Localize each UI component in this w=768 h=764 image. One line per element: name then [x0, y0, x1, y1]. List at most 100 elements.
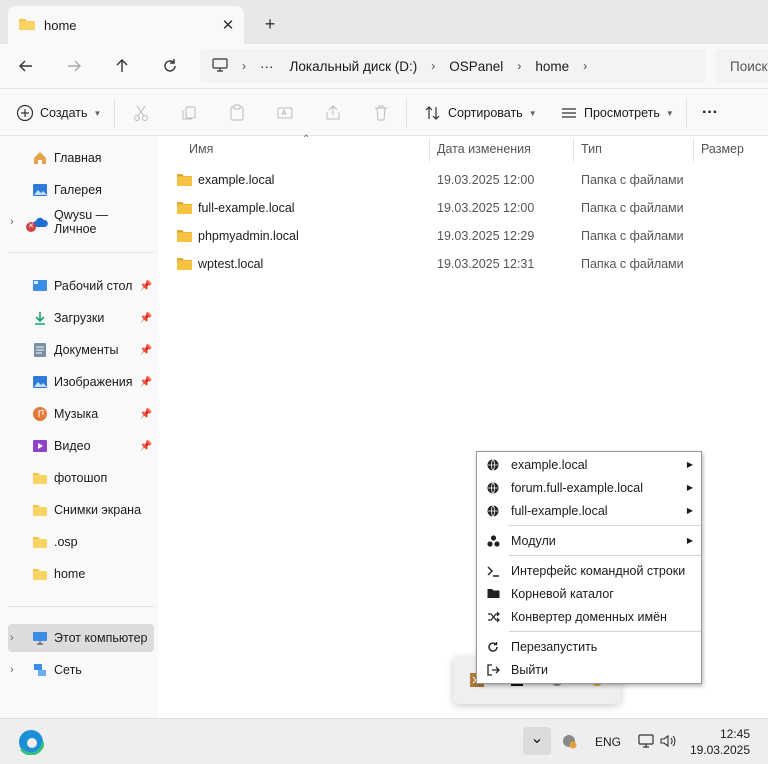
sidebar-item-osp[interactable]: .osp	[8, 528, 154, 556]
sidebar-item-pictures[interactable]: Изображения 📌	[8, 368, 154, 396]
tab-title: home	[44, 17, 77, 33]
sidebar-item-downloads[interactable]: Загрузки 📌	[8, 304, 154, 332]
shuffle-icon	[485, 611, 501, 623]
sidebar-item-photoshop[interactable]: фотошоп	[8, 464, 154, 492]
close-tab-icon[interactable]: ✕	[216, 16, 240, 34]
paste-button[interactable]	[228, 97, 246, 129]
menu-item-forum-full-example-local[interactable]: forum.full-example.local ▶	[477, 476, 701, 499]
refresh-button[interactable]	[156, 52, 184, 80]
menu-item-modules[interactable]: Модули ▶	[477, 529, 701, 552]
menu-item-label: Корневой каталог	[511, 586, 614, 601]
network-status-icon[interactable]	[561, 733, 577, 752]
computer-icon	[212, 57, 228, 75]
chevron-right-icon: ›	[431, 59, 436, 73]
table-row[interactable]: phpmyadmin.local 19.03.2025 12:29 Папка …	[158, 222, 768, 250]
pin-icon[interactable]: 📌	[140, 409, 152, 420]
breadcrumb-more[interactable]: ···	[260, 59, 274, 74]
column-divider[interactable]	[573, 138, 574, 162]
menu-item-exit[interactable]: Выйти	[477, 658, 701, 681]
edge-icon[interactable]	[17, 728, 45, 758]
menu-item-cli[interactable]: Интерфейс командной строки	[477, 559, 701, 582]
menu-item-restart[interactable]: Перезапустить	[477, 635, 701, 658]
sidebar-item-videos[interactable]: Видео 📌	[8, 432, 154, 460]
cut-button[interactable]	[132, 97, 150, 129]
rename-button[interactable]	[276, 97, 294, 129]
sidebar-item-documents[interactable]: Документы 📌	[8, 336, 154, 364]
sidebar-item-home-folder[interactable]: home	[8, 560, 154, 588]
column-divider[interactable]	[693, 138, 694, 162]
input-language[interactable]: ENG	[595, 735, 621, 749]
chevron-right-icon[interactable]: ›	[10, 632, 14, 644]
terminal-icon	[485, 565, 501, 577]
arrow-up-icon	[116, 59, 128, 72]
sidebar-item-home[interactable]: Главная	[8, 144, 154, 172]
menu-item-full-example-local[interactable]: full-example.local ▶	[477, 499, 701, 522]
chevron-right-icon[interactable]: ›	[10, 216, 14, 228]
folder-icon	[176, 256, 193, 274]
forward-button[interactable]	[60, 52, 88, 80]
delete-button[interactable]	[372, 97, 390, 129]
up-button[interactable]	[108, 52, 136, 80]
menu-item-domain-converter[interactable]: Конвертер доменных имён	[477, 605, 701, 628]
tab-home[interactable]: home ✕	[8, 6, 244, 44]
pin-icon[interactable]: 📌	[140, 441, 152, 452]
divider	[686, 99, 687, 127]
title-bar: home ✕ +	[0, 0, 768, 44]
share-icon	[326, 105, 340, 120]
create-button[interactable]: Создать ▼	[16, 97, 101, 129]
chevron-right-icon: ›	[583, 59, 588, 73]
address-bar[interactable]: › ··· Локальный диск (D:) › OSPanel › ho…	[200, 49, 706, 83]
column-header-size[interactable]: Размер	[701, 142, 744, 156]
breadcrumb-ospanel[interactable]: OSPanel	[449, 59, 503, 74]
copy-icon	[182, 106, 196, 120]
sidebar-item-onedrive[interactable]: › ✕ Qwysu — Личное	[8, 208, 154, 236]
sidebar-item-this-pc[interactable]: › Этот компьютер	[8, 624, 154, 652]
pin-icon[interactable]: 📌	[140, 281, 152, 292]
column-header-type[interactable]: Тип	[581, 142, 602, 156]
copy-button[interactable]	[180, 97, 198, 129]
new-tab-button[interactable]: +	[258, 12, 282, 36]
sidebar-item-label: home	[54, 567, 86, 581]
arrow-left-icon	[19, 60, 32, 72]
table-row[interactable]: wptest.local 19.03.2025 12:31 Папка с фа…	[158, 250, 768, 278]
tray-overflow-button[interactable]: ⌄	[523, 727, 551, 755]
rename-icon	[277, 107, 293, 119]
monitor-icon[interactable]	[638, 734, 654, 751]
column-header-date[interactable]: Дата изменения	[437, 142, 531, 156]
back-button[interactable]	[12, 52, 40, 80]
folder-icon	[32, 502, 48, 518]
view-button[interactable]: Просмотреть ▼	[560, 97, 674, 129]
table-row[interactable]: full-example.local 19.03.2025 12:00 Папк…	[158, 194, 768, 222]
sidebar-item-music[interactable]: Музыка 📌	[8, 400, 154, 428]
column-divider[interactable]	[429, 138, 430, 162]
volume-icon[interactable]	[660, 734, 676, 751]
pin-icon[interactable]: 📌	[140, 377, 152, 388]
table-row[interactable]: example.local 19.03.2025 12:00 Папка с ф…	[158, 166, 768, 194]
sidebar-item-desktop[interactable]: Рабочий стол 📌	[8, 272, 154, 300]
pin-icon[interactable]: 📌	[140, 345, 152, 356]
sidebar-item-label: Галерея	[54, 183, 102, 197]
pin-icon[interactable]: 📌	[140, 313, 152, 324]
more-options-button[interactable]: ···	[702, 97, 718, 129]
sidebar-item-network[interactable]: › Сеть	[8, 656, 154, 684]
scissors-icon	[134, 105, 148, 121]
file-name: full-example.local	[198, 201, 295, 215]
menu-item-example-local[interactable]: example.local ▶	[477, 453, 701, 476]
pictures-icon	[32, 374, 48, 390]
trash-icon	[375, 105, 387, 121]
clock[interactable]: 12:45 19.03.2025	[690, 726, 750, 758]
share-button[interactable]	[324, 97, 342, 129]
chevron-right-icon[interactable]: ›	[10, 664, 14, 676]
sidebar-item-screenshots[interactable]: Снимки экрана	[8, 496, 154, 524]
exit-icon	[485, 663, 501, 676]
sort-button[interactable]: Сортировать ▼	[424, 97, 537, 129]
column-header-name[interactable]: Имя	[189, 142, 213, 156]
desktop-icon	[32, 278, 48, 294]
search-input[interactable]: Поиск	[716, 49, 768, 83]
chevron-right-icon: ▶	[686, 536, 693, 545]
breadcrumb-drive[interactable]: Локальный диск (D:)	[290, 59, 418, 74]
menu-item-root-directory[interactable]: Корневой каталог	[477, 582, 701, 605]
error-badge-icon: ✕	[26, 222, 36, 232]
sidebar-item-gallery[interactable]: Галерея	[8, 176, 154, 204]
breadcrumb-home[interactable]: home	[535, 59, 569, 74]
